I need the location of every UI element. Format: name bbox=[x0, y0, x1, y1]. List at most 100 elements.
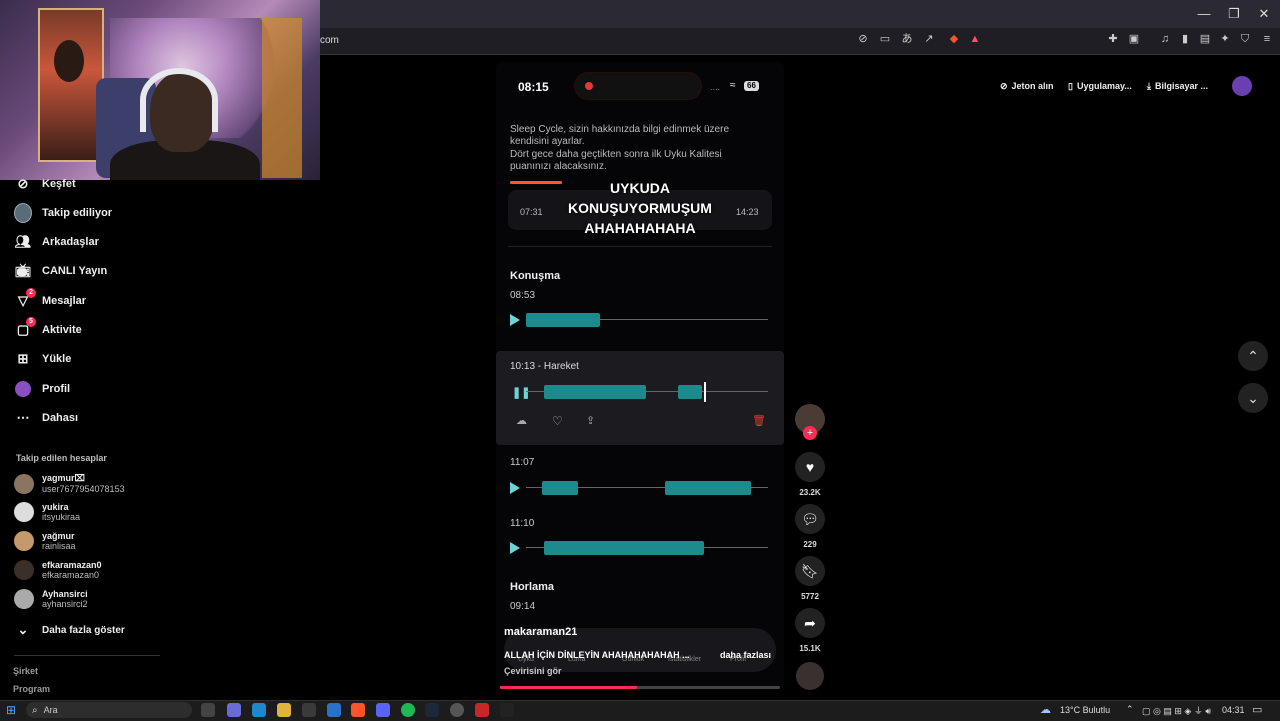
app-icon[interactable] bbox=[327, 703, 341, 717]
extensions-icon[interactable]: ✚ bbox=[1106, 32, 1120, 46]
audio-clip[interactable]: ❚❚ bbox=[510, 382, 770, 402]
heart-outline-icon[interactable]: ♡ bbox=[552, 414, 563, 428]
sidebar-item-activity[interactable]: ▢ 5 Aktivite bbox=[14, 317, 82, 341]
minimize-icon[interactable]: — bbox=[1194, 4, 1214, 24]
music-disc[interactable] bbox=[796, 662, 824, 690]
snooze-icon[interactable]: ☁ bbox=[516, 414, 527, 427]
sidebar-item-label: Profil bbox=[42, 383, 71, 395]
share-arrow-icon: ➦ bbox=[804, 614, 816, 631]
more-link[interactable]: daha fazlası bbox=[720, 650, 771, 660]
footer-link-program[interactable]: Program bbox=[13, 684, 50, 694]
share-button[interactable]: ➦ bbox=[795, 608, 825, 638]
pause-icon[interactable]: ❚❚ bbox=[512, 386, 530, 399]
user-avatar[interactable] bbox=[1232, 76, 1252, 96]
compass-icon: ⊘ bbox=[17, 176, 29, 191]
wallet-icon[interactable]: ▤ bbox=[1198, 32, 1212, 46]
get-desktop-button[interactable]: ⤓ Bilgisayar ... bbox=[1147, 76, 1208, 96]
play-icon[interactable] bbox=[510, 314, 520, 326]
copilot-icon[interactable] bbox=[227, 703, 241, 717]
notification-icon[interactable]: ▭ bbox=[1252, 703, 1262, 716]
followed-account[interactable]: yagmur⌧ user7677954078153 bbox=[14, 473, 125, 494]
url-field[interactable]: com bbox=[320, 32, 840, 50]
translate-icon[interactable]: あ bbox=[900, 32, 914, 46]
comment-icon: 💬︎ bbox=[801, 510, 819, 527]
taskbar-clock[interactable]: 04:31 bbox=[1222, 705, 1245, 715]
sidebar-item-upload[interactable]: ⊞ Yükle bbox=[14, 348, 72, 370]
sidebar-item-messages[interactable]: ▽ 2 Mesajlar bbox=[14, 288, 86, 312]
playhead[interactable] bbox=[704, 382, 706, 402]
app-icon[interactable] bbox=[475, 703, 489, 717]
menu-icon[interactable]: ≡ bbox=[1260, 32, 1274, 46]
edge-icon[interactable] bbox=[252, 703, 266, 717]
heart-icon: ♥ bbox=[805, 459, 815, 475]
taskbar-search[interactable]: ⌕ Ara bbox=[26, 702, 192, 718]
audio-clip[interactable] bbox=[510, 478, 770, 498]
clip-time: 10:13 - Hareket bbox=[510, 361, 579, 372]
next-video-button[interactable]: ⌄ bbox=[1238, 383, 1268, 413]
brave-rewards-icon[interactable]: ▲ bbox=[968, 32, 982, 46]
followed-account[interactable]: yağmur rainlisaa bbox=[14, 531, 76, 551]
get-coins-button[interactable]: ⊘ Jeton alın bbox=[1000, 76, 1054, 96]
steam-icon[interactable] bbox=[425, 703, 439, 717]
screenshot-icon[interactable]: ▣ bbox=[1127, 32, 1141, 46]
play-icon[interactable] bbox=[510, 482, 520, 494]
live-icon: 📺︎ bbox=[14, 263, 32, 278]
account-username: rainlisaa bbox=[42, 541, 76, 551]
weather-text[interactable]: 13°C Bulutlu bbox=[1060, 705, 1110, 715]
like-button[interactable]: ♥ bbox=[795, 452, 825, 482]
mute-icon[interactable]: ⊘ bbox=[856, 32, 870, 46]
follow-plus-icon[interactable]: + bbox=[803, 426, 817, 440]
sidebar-item-label: Dahası bbox=[42, 412, 79, 424]
discord-icon[interactable] bbox=[376, 703, 390, 717]
download-icon: ⤓ bbox=[1147, 80, 1151, 91]
brave-shield-icon[interactable]: ◆ bbox=[947, 32, 961, 46]
video-progress-track[interactable] bbox=[500, 686, 780, 689]
sidebar-item-following[interactable]: Takip ediliyor bbox=[14, 202, 112, 224]
chevron-down-icon: ⌄ bbox=[17, 622, 29, 637]
tray-icons[interactable]: ▢ ◎ ▤ ⊞ ◈ ⏚ 🔊︎ bbox=[1142, 704, 1211, 717]
video-author[interactable]: makaraman21 bbox=[504, 626, 577, 638]
share-icon[interactable]: ↗ bbox=[922, 32, 936, 46]
brave-icon[interactable] bbox=[351, 703, 365, 717]
ai-icon[interactable]: ✦ bbox=[1218, 32, 1232, 46]
close-icon[interactable]: ✕ bbox=[1254, 4, 1274, 24]
sidebar-icon[interactable]: ▮ bbox=[1178, 32, 1192, 46]
obs-icon[interactable] bbox=[450, 703, 464, 717]
task-view-icon[interactable] bbox=[201, 703, 215, 717]
save-button[interactable]: 🔖︎ bbox=[795, 556, 825, 586]
tab-strip[interactable] bbox=[320, 0, 1200, 28]
get-app-button[interactable]: ▯ Uygulamay... bbox=[1068, 76, 1132, 96]
share-icon[interactable]: ⇪ bbox=[586, 414, 595, 427]
info-text: Sleep Cycle, sizin hakkınızda bilgi edin… bbox=[510, 124, 729, 147]
previous-video-button[interactable]: ⌃ bbox=[1238, 341, 1268, 371]
trash-icon[interactable]: 🗑︎ bbox=[752, 414, 766, 427]
video-player[interactable]: 08:15 .... ≈ 66 Sleep Cycle, sizin hakkı… bbox=[496, 62, 784, 690]
vpn-icon[interactable]: ⛉ bbox=[1238, 32, 1252, 46]
section-snoring: Horlama bbox=[510, 581, 555, 593]
sidebar-item-live[interactable]: 📺︎ CANLI Yayın bbox=[14, 260, 107, 282]
store-icon[interactable] bbox=[302, 703, 316, 717]
followed-account[interactable]: Ayhansirci ayhansirci2 bbox=[14, 589, 88, 609]
followed-account[interactable]: yukira itsyukiraa bbox=[14, 502, 80, 522]
sidebar-item-friends[interactable]: 👥︎ Arkadaşlar bbox=[14, 231, 99, 253]
translate-link[interactable]: Çevirisini gör bbox=[504, 666, 562, 676]
play-icon[interactable] bbox=[510, 542, 520, 554]
epic-icon[interactable] bbox=[500, 703, 514, 717]
restore-icon[interactable]: ❐ bbox=[1224, 4, 1244, 24]
sidebar-item-more[interactable]: ⋯ Dahası bbox=[14, 407, 79, 429]
music-icon[interactable]: ♫ bbox=[1158, 32, 1172, 46]
comment-button[interactable]: 💬︎ bbox=[795, 504, 825, 534]
audio-clip[interactable] bbox=[510, 310, 770, 330]
sidebar-item-explore[interactable]: ⊘ Keşfet bbox=[14, 173, 76, 195]
get-coins-label: Jeton alın bbox=[1011, 81, 1054, 91]
start-icon[interactable]: ⊞ bbox=[6, 703, 16, 717]
audio-clip[interactable] bbox=[510, 538, 770, 558]
spotify-icon[interactable] bbox=[401, 703, 415, 717]
explorer-icon[interactable] bbox=[277, 703, 291, 717]
cast-icon[interactable]: ▭ bbox=[878, 32, 892, 46]
footer-link-company[interactable]: Şirket bbox=[13, 666, 38, 676]
show-more-button[interactable]: ⌄ Daha fazla göster bbox=[14, 619, 125, 641]
followed-account[interactable]: efkaramazan0 efkaramazan0 bbox=[14, 560, 102, 580]
sidebar-item-profile[interactable]: Profil bbox=[14, 378, 70, 400]
tray-chevron-icon[interactable]: ⌃ bbox=[1126, 704, 1134, 715]
